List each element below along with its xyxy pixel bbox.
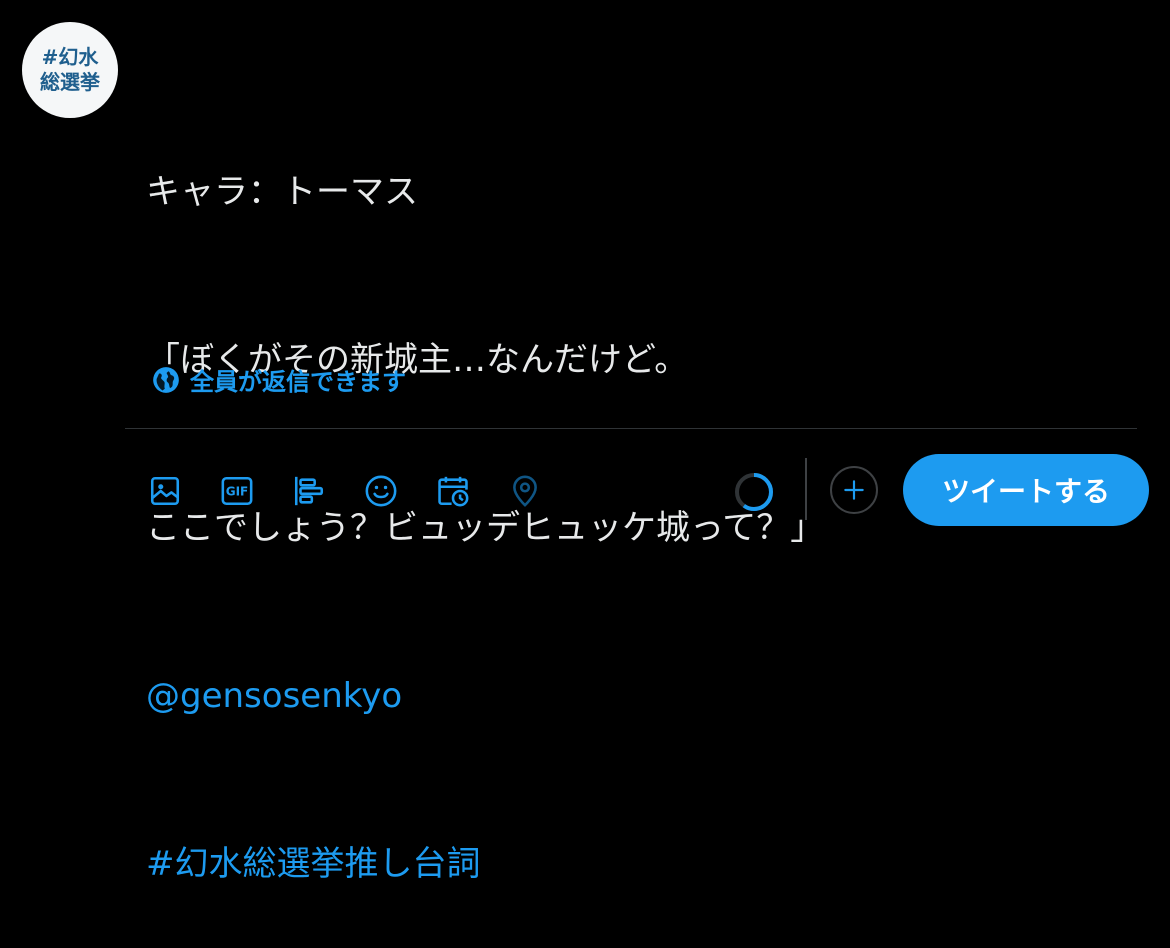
reply-setting-label: 全員が返信できます	[190, 368, 406, 396]
avatar-text-line1: #幻水	[41, 45, 99, 69]
globe-icon	[153, 366, 179, 393]
mention-link[interactable]: @gensosenkyo	[146, 668, 1146, 724]
location-icon	[513, 475, 537, 507]
location-button[interactable]	[505, 471, 545, 511]
poll-icon	[294, 476, 324, 506]
schedule-button[interactable]	[433, 471, 473, 511]
gif-button[interactable]: GIF	[217, 471, 257, 511]
emoji-button[interactable]	[361, 471, 401, 511]
compose-toolbar: GIF	[145, 468, 577, 514]
gif-label: GIF	[226, 485, 249, 499]
tweet-button[interactable]: ツイートする	[903, 454, 1149, 526]
poll-button[interactable]	[289, 471, 329, 511]
avatar-text-line2: 総選挙	[40, 70, 100, 94]
character-counter-ring	[735, 473, 773, 511]
divider	[125, 428, 1137, 429]
emoji-icon	[365, 475, 397, 507]
toolbar-separator	[805, 458, 807, 520]
reply-setting-button[interactable]: 全員が返信できます	[152, 362, 406, 397]
media-button[interactable]	[145, 471, 185, 511]
hashtag-link[interactable]: #幻水総選挙推し台詞	[146, 836, 1146, 892]
gif-icon: GIF	[221, 476, 253, 506]
tweet-line: キャラ：トーマス	[146, 172, 418, 212]
image-icon	[150, 476, 180, 506]
add-tweet-button[interactable]	[830, 466, 878, 514]
avatar[interactable]: #幻水 総選挙	[22, 22, 118, 118]
schedule-icon	[438, 476, 469, 507]
plus-icon	[844, 480, 864, 500]
